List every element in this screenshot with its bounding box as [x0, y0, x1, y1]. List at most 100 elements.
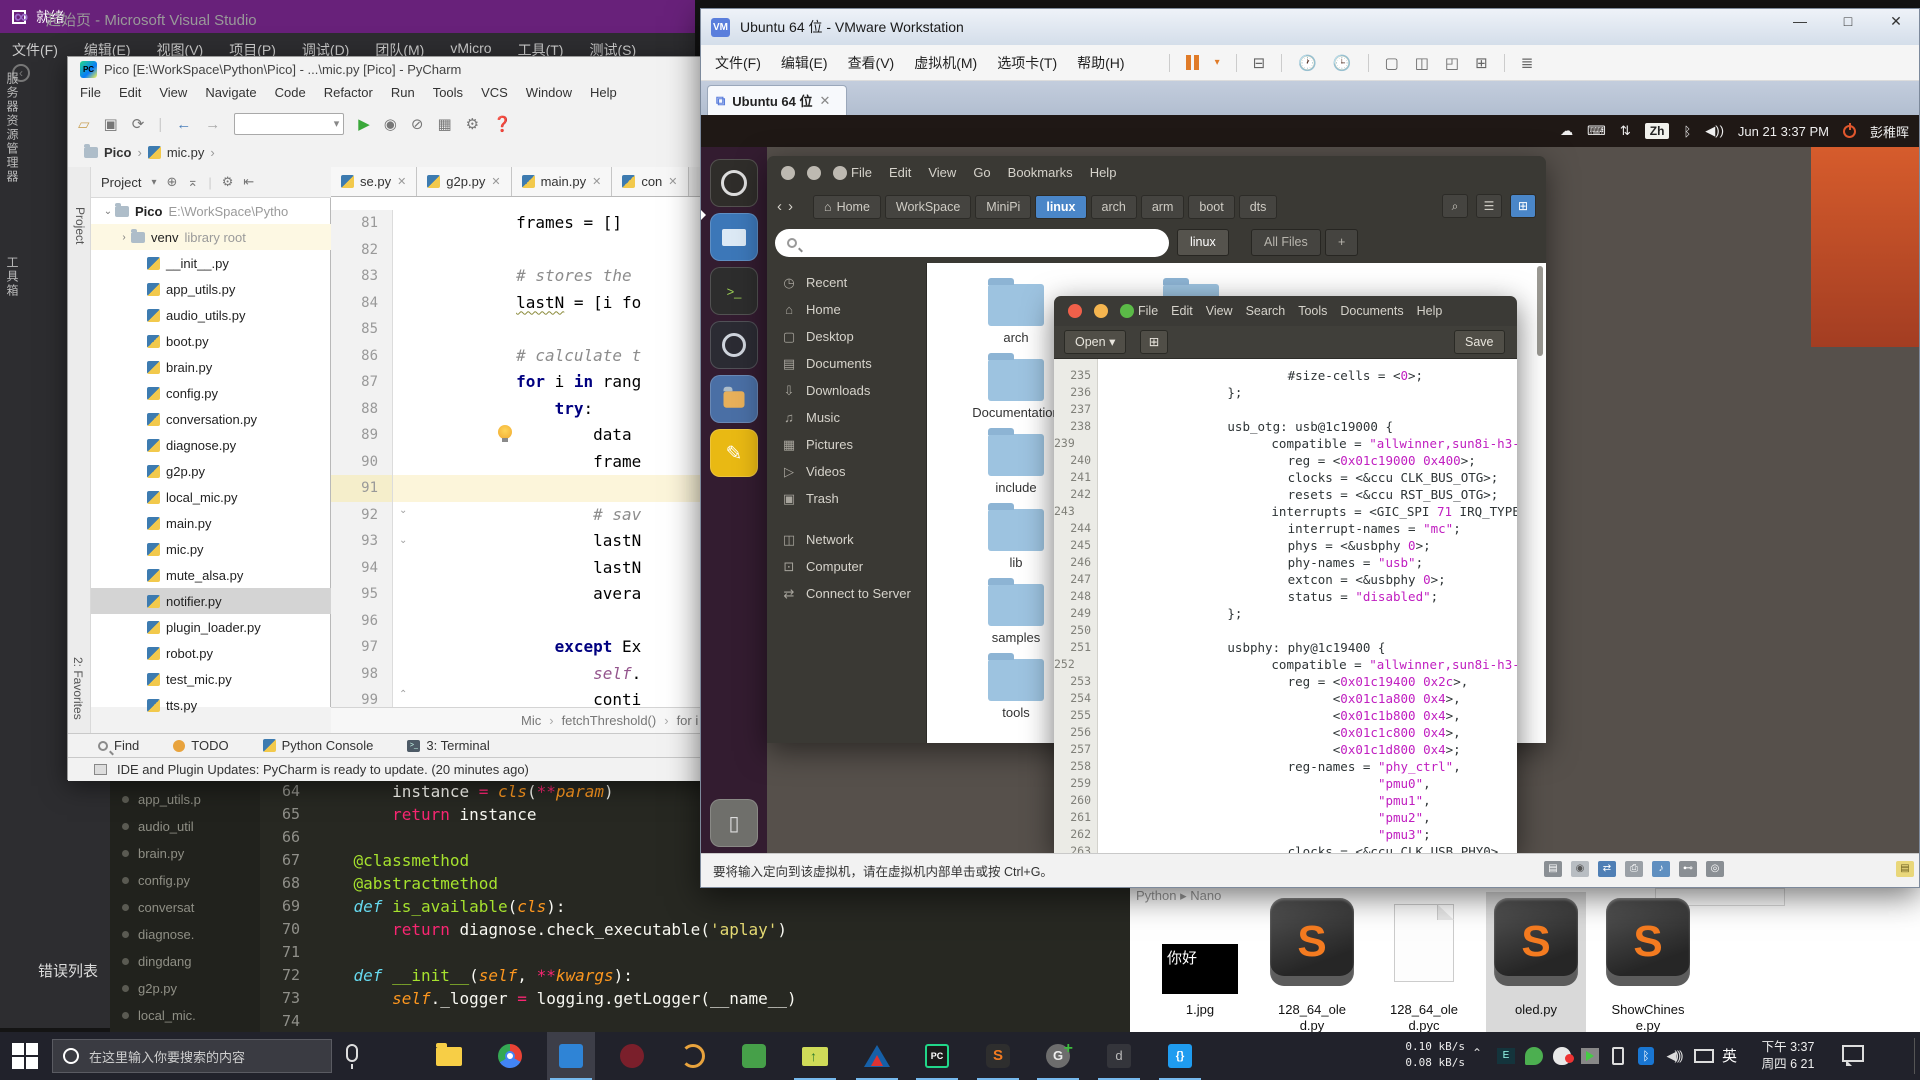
vm-menu-item[interactable]: 虚拟机(M): [914, 53, 977, 73]
gedit-code-line[interactable]: 252 compatible = "allwinner,sun8i-h3-usb…: [1054, 656, 1517, 673]
open-icon[interactable]: ▱: [78, 115, 90, 133]
volume-tray-icon[interactable]: ◀))): [1664, 1046, 1684, 1066]
tree-item-venv[interactable]: ›venvlibrary root: [91, 224, 331, 250]
gedit-code-line[interactable]: 253 reg = <0x01c19400 0x2c>,: [1054, 673, 1517, 690]
gedit-code-line[interactable]: 254 <0x01c1a800 0x4>,: [1054, 690, 1517, 707]
menu-item[interactable]: Bookmarks: [1008, 165, 1073, 180]
menu-item[interactable]: Search: [1246, 304, 1286, 318]
menu-item[interactable]: Documents: [1340, 304, 1403, 318]
tree-item-conversation-py[interactable]: conversation.py: [91, 406, 331, 432]
path-button-boot[interactable]: boot: [1188, 195, 1234, 219]
editor-tab-se-py[interactable]: se.py✕: [331, 167, 417, 196]
editor-tab-main-py[interactable]: main.py✕: [512, 167, 613, 196]
back-icon[interactable]: ←: [176, 116, 191, 133]
console-view-icon[interactable]: ▢: [1385, 54, 1399, 72]
gedit-code-line[interactable]: 255 <0x01c1b800 0x4>,: [1054, 707, 1517, 724]
sublime-sidebar-item[interactable]: audio_util: [110, 813, 260, 840]
browser-app-icon[interactable]: [710, 321, 758, 369]
panel-settings-icon[interactable]: ⚙: [222, 174, 234, 190]
gedit-code-line[interactable]: 239 compatible = "allwinner,sun8i-h3-mus…: [1054, 435, 1517, 452]
sublime-sidebar-item[interactable]: diagnose.: [110, 921, 260, 948]
sublime-sidebar-item[interactable]: dingdang: [110, 948, 260, 975]
show-desktop-button[interactable]: [1914, 1038, 1915, 1074]
taskbar-icon-chrome[interactable]: [486, 1032, 534, 1080]
coverage-icon[interactable]: ◉: [384, 115, 397, 133]
usb-tray-icon[interactable]: [1608, 1046, 1628, 1066]
tab-close-icon[interactable]: ✕: [819, 93, 830, 109]
sublime-code-line[interactable]: 74: [260, 1010, 1130, 1033]
explorer-file-128_64_ole[interactable]: S128_64_oled.py: [1262, 892, 1362, 1032]
terminal-app-icon[interactable]: >_: [710, 267, 758, 315]
settings-icon[interactable]: ⚙: [466, 115, 479, 133]
vm-network-icon[interactable]: ⇄: [1598, 861, 1616, 877]
pycharm-menu-item[interactable]: Edit: [119, 85, 141, 100]
path-button-dts[interactable]: dts: [1239, 195, 1278, 219]
wechat-tray-icon[interactable]: [1524, 1046, 1544, 1066]
save-button[interactable]: Save: [1454, 330, 1505, 354]
project-tool-tab[interactable]: Project: [73, 207, 87, 244]
sidebar-item-music[interactable]: ♫Music: [767, 404, 927, 431]
window-close-icon[interactable]: [781, 166, 795, 180]
path-button-arm[interactable]: arm: [1141, 195, 1185, 219]
gedit-code-line[interactable]: 248 status = "disabled";: [1054, 588, 1517, 605]
pycharm-menu-item[interactable]: Refactor: [324, 85, 373, 100]
text-editor-app-icon[interactable]: ✎: [710, 429, 758, 477]
sublime-sidebar-item[interactable]: local_mic.: [110, 1002, 260, 1029]
tree-item-tts-py[interactable]: tts.py: [91, 692, 331, 718]
ime-indicator[interactable]: 英: [1722, 1045, 1737, 1066]
gedit-code-line[interactable]: 245 phys = <&usbphy 0>;: [1054, 537, 1517, 554]
window-close-icon[interactable]: [1068, 304, 1082, 318]
gedit-code-line[interactable]: 262 "pmu3";: [1054, 826, 1517, 843]
filter-button-linux[interactable]: linux: [1177, 229, 1229, 256]
tree-item-audio_utils-py[interactable]: audio_utils.py: [91, 302, 331, 328]
power-icon[interactable]: [1843, 125, 1856, 138]
fold-marker-icon[interactable]: ⌃: [399, 689, 407, 700]
vm-sound-icon[interactable]: ♪: [1652, 861, 1670, 877]
dash-icon[interactable]: [710, 159, 758, 207]
window-maximize-icon[interactable]: [833, 166, 847, 180]
open-button[interactable]: Open ▾: [1064, 330, 1126, 354]
window-minimize-icon[interactable]: [807, 166, 821, 180]
vm-usb-icon[interactable]: ⊷: [1679, 861, 1697, 877]
locate-icon[interactable]: ⊕: [167, 174, 178, 190]
sidebar-item-trash[interactable]: ▣Trash: [767, 485, 927, 512]
tray-chevron-icon[interactable]: ⌃: [1472, 1046, 1482, 1060]
editor-tab-g2p-py[interactable]: g2p.py✕: [417, 167, 511, 196]
taskbar-icon-pycharm[interactable]: PC: [913, 1032, 961, 1080]
intention-bulb-icon[interactable]: [498, 425, 512, 439]
back-icon[interactable]: ‹: [777, 198, 782, 215]
gedit-code-line[interactable]: 256 <0x01c1c800 0x4>,: [1054, 724, 1517, 741]
dictation-mic-icon[interactable]: [346, 1044, 358, 1062]
gedit-code-line[interactable]: 250: [1054, 622, 1517, 639]
ctrl-alt-del-icon[interactable]: ⊟: [1253, 54, 1266, 72]
tree-item-local_mic-py[interactable]: local_mic.py: [91, 484, 331, 510]
sublime-sidebar-item[interactable]: g2p.py: [110, 975, 260, 1002]
pycharm-menu-item[interactable]: Run: [391, 85, 415, 100]
menu-item[interactable]: Help: [1417, 304, 1443, 318]
sublime-code-line[interactable]: 69 def is_available(cls):: [260, 895, 1130, 918]
tree-item-brain-py[interactable]: brain.py: [91, 354, 331, 380]
gedit-code-line[interactable]: 237: [1054, 401, 1517, 418]
sublime-code-line[interactable]: 72 def __init__(self, **kwargs):: [260, 964, 1130, 987]
bluetooth-icon[interactable]: ᛒ: [1683, 124, 1691, 139]
vm-menu-item[interactable]: 查看(V): [848, 53, 895, 73]
forward-icon[interactable]: →: [205, 116, 220, 133]
gedit-code-line[interactable]: 260 "pmu1",: [1054, 792, 1517, 809]
gedit-code-line[interactable]: 235 #size-cells = <0>;: [1054, 367, 1517, 384]
gedit-code-line[interactable]: 249 };: [1054, 605, 1517, 622]
taskbar-icon-blueapp[interactable]: [547, 1032, 595, 1080]
search-icon[interactable]: ⌕: [1442, 194, 1468, 218]
tool-window-tab-TODO[interactable]: TODO: [173, 738, 228, 753]
tree-item-boot-py[interactable]: boot.py: [91, 328, 331, 354]
vm-menu-item[interactable]: 编辑(E): [781, 53, 828, 73]
pycharm-menu-item[interactable]: Help: [590, 85, 617, 100]
help-icon[interactable]: ❓: [493, 115, 512, 133]
taskbar-icon-green[interactable]: [730, 1032, 778, 1080]
gedit-code-line[interactable]: 240 reg = <0x01c19000 0x400>;: [1054, 452, 1517, 469]
path-button-WorkSpace[interactable]: WorkSpace: [885, 195, 971, 219]
pycharm-menu-item[interactable]: Code: [275, 85, 306, 100]
project-panel-title[interactable]: Project: [101, 175, 141, 190]
menu-item[interactable]: Help: [1090, 165, 1117, 180]
grid-icon[interactable]: ▦: [437, 115, 451, 133]
files-app-icon[interactable]: [710, 213, 758, 261]
